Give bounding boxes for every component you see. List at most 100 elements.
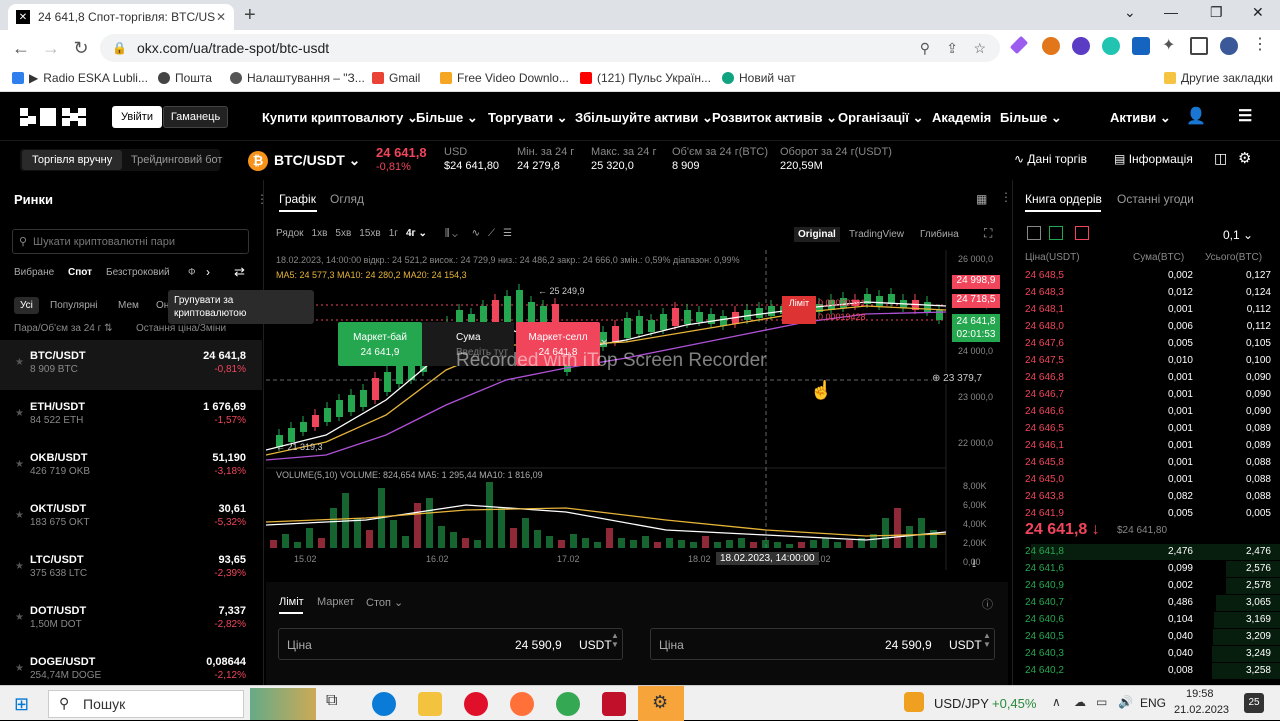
ask-row[interactable]: 24 647,6 0,005 0,105: [1013, 336, 1280, 353]
taskbar-search[interactable]: ⚲ Пошук: [48, 690, 244, 718]
bid-row[interactable]: 24 640,6 0,104 3,169: [1013, 612, 1280, 629]
login-button[interactable]: Увійти: [112, 106, 162, 128]
interval-1m[interactable]: 1хв: [312, 228, 328, 239]
chevron-right-icon[interactable]: ›: [206, 265, 210, 279]
zoom-icon[interactable]: ⚲: [920, 40, 930, 57]
group-toggle-icon[interactable]: ⇄: [234, 264, 245, 280]
firefox-icon[interactable]: [510, 692, 534, 716]
bid-row[interactable]: 24 640,2 0,008 3,258: [1013, 663, 1280, 680]
news-widget[interactable]: [250, 688, 316, 720]
shield-extension-icon[interactable]: [1132, 37, 1150, 55]
filter-popular[interactable]: Популярні: [50, 300, 98, 311]
ask-row[interactable]: 24 646,7 0,001 0,090: [1013, 387, 1280, 404]
bookmark-radio-eska[interactable]: ▶ Radio ESKA Lubli...: [12, 71, 148, 85]
trading-bot-tab[interactable]: Трейдинговий бот: [131, 154, 222, 166]
stepper-icon[interactable]: ▲ ▼: [983, 631, 991, 649]
ask-row[interactable]: 24 643,8 0,082 0,088: [1013, 489, 1280, 506]
filter-all[interactable]: Усі: [14, 297, 39, 314]
bid-row[interactable]: 24 641,8 2,476 2,476: [1013, 544, 1280, 561]
nav-more[interactable]: Більше ⌄: [416, 110, 478, 126]
extension-c-icon[interactable]: [1102, 37, 1120, 55]
hamburger-menu-icon[interactable]: ☰: [1238, 106, 1252, 126]
chrome-icon[interactable]: [556, 692, 580, 716]
market-row[interactable]: ★ OKB/USDT 426 719 OKB 51,190 -3,18%: [0, 442, 262, 492]
user-icon[interactable]: 👤: [1186, 106, 1206, 126]
bookmark-video-downloader[interactable]: Free Video Downlo...: [440, 71, 569, 85]
bid-row[interactable]: 24 640,5 0,040 3,209: [1013, 629, 1280, 646]
interval-1h[interactable]: 1г: [389, 228, 398, 239]
nav-more-2[interactable]: Більше ⌄: [1000, 110, 1062, 126]
wallet-button[interactable]: Гаманець: [163, 106, 228, 128]
nav-trade[interactable]: Торгувати ⌄: [488, 110, 568, 126]
window-close-icon[interactable]: ✕: [1252, 4, 1264, 21]
market-row[interactable]: ★ ETH/USDT 84 522 ETH 1 676,69 -1,57%: [0, 391, 262, 441]
nav-institutions[interactable]: Організації ⌄: [838, 110, 923, 126]
grid-icon[interactable]: ▦: [976, 192, 987, 206]
fx-pair[interactable]: USD/JPY: [934, 696, 989, 711]
address-bar[interactable]: 🔒 okx.com/ua/trade-spot/btc-usdt ⚲ ⇪ ☆: [100, 34, 1000, 62]
draw-icon[interactable]: ⟋: [488, 228, 495, 239]
language-indicator[interactable]: ENG: [1140, 696, 1166, 710]
share-icon[interactable]: ⇪: [946, 40, 958, 57]
manual-trading-tab[interactable]: Торгівля вручну: [22, 150, 123, 170]
interval-4h[interactable]: 4г ⌄: [406, 228, 427, 239]
candle-type-icon[interactable]: ⫼ ⌄: [445, 228, 458, 239]
market-row[interactable]: ★ BTC/USDT 8 909 BTC 24 641,8 -0,81%: [0, 340, 262, 390]
ask-row[interactable]: 24 646,8 0,001 0,090: [1013, 370, 1280, 387]
nav-buy-crypto[interactable]: Купити криптовалюту ⌄: [262, 110, 418, 126]
ask-row[interactable]: 24 648,1 0,001 0,112: [1013, 302, 1280, 319]
close-tab-icon[interactable]: ✕: [216, 10, 226, 24]
ask-row[interactable]: 24 646,5 0,001 0,089: [1013, 421, 1280, 438]
bid-row[interactable]: 24 641,6 0,099 2,576: [1013, 561, 1280, 578]
opera-icon[interactable]: [464, 692, 488, 716]
star-icon[interactable]: ★: [15, 357, 24, 368]
extension-circle-icon[interactable]: [1072, 37, 1090, 55]
sell-price-input[interactable]: Ціна 24 590,9 USDT ▲ ▼: [650, 628, 995, 660]
okx-logo[interactable]: [20, 108, 88, 126]
info-button[interactable]: ▤ Інформація: [1114, 152, 1193, 166]
close-quick-trade-icon[interactable]: ✕: [600, 338, 608, 349]
ask-row[interactable]: 24 648,3 0,012 0,124: [1013, 285, 1280, 302]
tab-futures[interactable]: Ф: [188, 267, 196, 278]
pair-selector[interactable]: BTC/USDT ⌄: [274, 152, 360, 169]
settings-taskbar-item[interactable]: ⚙: [638, 686, 684, 721]
interval-5m[interactable]: 5хв: [335, 228, 351, 239]
nav-assets[interactable]: Активи ⌄: [1110, 110, 1171, 126]
fullscreen-icon[interactable]: ⛶: [984, 226, 992, 241]
tab-favorites[interactable]: Вибране: [14, 267, 54, 278]
screen-recorder-icon[interactable]: [602, 692, 626, 716]
bookmark-settings[interactable]: Налаштування – "З...: [230, 71, 365, 85]
back-icon[interactable]: ←: [6, 38, 36, 59]
ask-row[interactable]: 24 646,1 0,001 0,089: [1013, 438, 1280, 455]
windows-start-icon[interactable]: ⊞: [14, 694, 29, 715]
tab-perpetual[interactable]: Безстроковий: [106, 267, 170, 278]
ask-row[interactable]: 24 646,6 0,001 0,090: [1013, 404, 1280, 421]
bid-row[interactable]: 24 640,7 0,486 3,065: [1013, 595, 1280, 612]
stepper-icon[interactable]: ▲ ▼: [611, 631, 619, 649]
bookmark-other[interactable]: Другие закладки: [1164, 71, 1273, 85]
col-last-price[interactable]: Остання ціна/Зміни: [136, 323, 226, 334]
ask-row[interactable]: 24 648,0 0,006 0,112: [1013, 319, 1280, 336]
book-view-asks-icon[interactable]: [1075, 226, 1089, 240]
interval-15m[interactable]: 15хв: [359, 228, 380, 239]
edge-icon[interactable]: [372, 692, 396, 716]
task-view-icon[interactable]: ⧉: [326, 692, 350, 716]
tab-spot[interactable]: Спот: [68, 267, 92, 278]
candlestick-chart[interactable]: 26 000,025 000,024 000,023 000,022 000,0…: [266, 250, 1008, 580]
view-original[interactable]: Original: [794, 227, 840, 242]
maximize-icon[interactable]: ❐: [1210, 4, 1223, 21]
view-tradingview[interactable]: TradingView: [849, 229, 904, 240]
pair-search-input[interactable]: ⚲ Шукати криптовалютні пари: [12, 229, 249, 254]
tab-chart[interactable]: Графік: [279, 192, 316, 206]
profile-avatar[interactable]: [1220, 37, 1238, 55]
new-tab-icon[interactable]: +: [244, 4, 256, 27]
layout-icon[interactable]: ◫: [1214, 150, 1227, 167]
tab-order-book[interactable]: Книга ордерів: [1025, 192, 1102, 206]
settings-gear-icon[interactable]: ⚙: [1238, 149, 1251, 167]
clock-date[interactable]: 21.02.2023: [1174, 704, 1229, 716]
bookmark-youtube[interactable]: (121) Пульс Україн...: [580, 71, 711, 85]
browser-tab[interactable]: ✕ 24 641,8 Спот-торгівля: BTC/USD ✕: [8, 4, 234, 30]
reset-scale-icon[interactable]: ⭳: [972, 554, 976, 575]
star-icon[interactable]: ★: [15, 510, 24, 521]
indicator-icon[interactable]: ∿: [472, 228, 480, 239]
